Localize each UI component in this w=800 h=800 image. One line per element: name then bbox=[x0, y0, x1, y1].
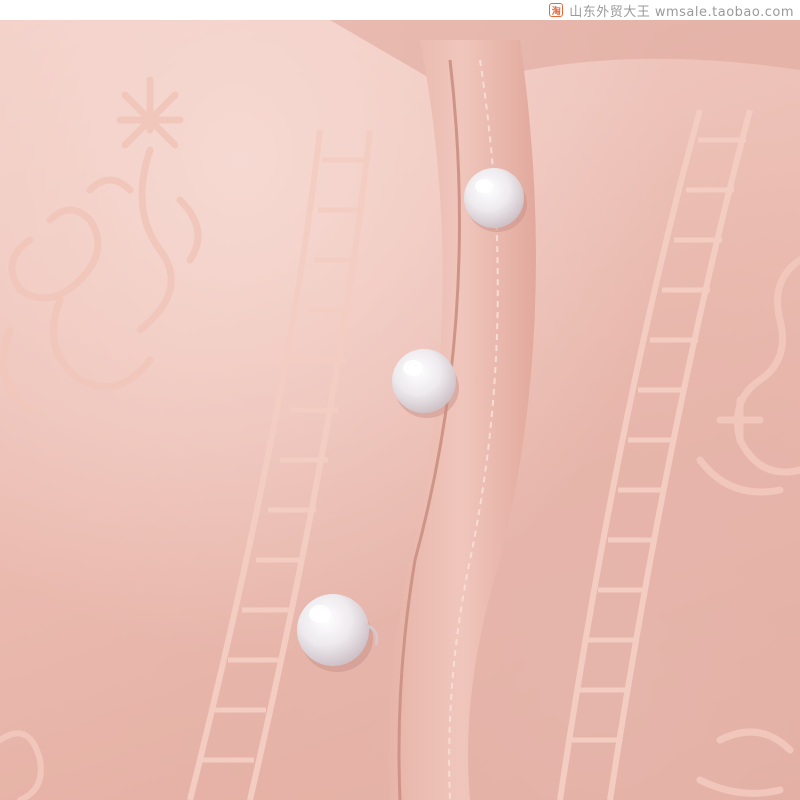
floral-embroidery-right bbox=[696, 256, 800, 797]
floral-embroidery-bottom-left bbox=[0, 730, 44, 800]
left-ladder-embroidery bbox=[187, 129, 373, 800]
button-placket bbox=[387, 40, 536, 800]
collar-shadow bbox=[330, 20, 800, 90]
pearl-button-bottom bbox=[297, 594, 379, 672]
product-photo: 淘 山东外贸大王 wmsale.taobao.com bbox=[0, 0, 800, 800]
right-ladder-embroidery bbox=[557, 109, 753, 800]
blouse-closeup-illustration bbox=[0, 20, 800, 800]
floral-embroidery-left bbox=[0, 76, 202, 414]
watermark-text: 山东外贸大王 wmsale.taobao.com bbox=[569, 4, 794, 20]
taobao-shop-icon: 淘 bbox=[549, 3, 564, 17]
watermark-bar: 淘 山东外贸大王 wmsale.taobao.com bbox=[0, 0, 800, 20]
